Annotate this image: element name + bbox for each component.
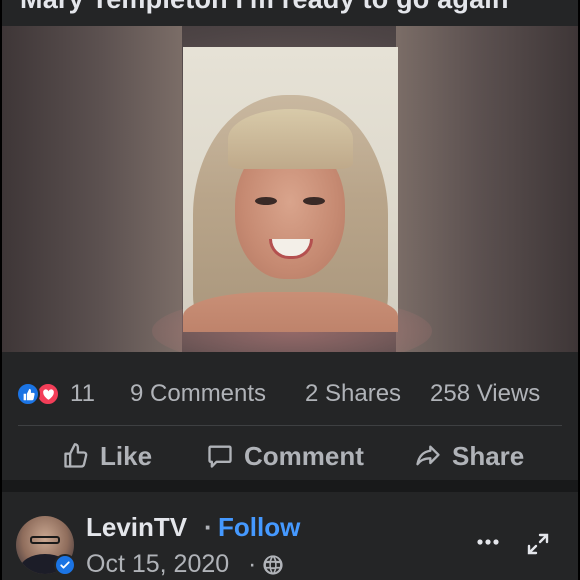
photo-eye-right: [303, 197, 325, 205]
expand-icon[interactable]: [526, 532, 550, 556]
more-options-icon[interactable]: [474, 528, 502, 556]
verified-badge-icon: [54, 554, 76, 576]
globe-icon: [263, 555, 283, 575]
author-name[interactable]: LevinTV: [86, 512, 187, 543]
photo-eye-left: [255, 197, 277, 205]
like-button[interactable]: Like: [62, 436, 152, 476]
post-photo[interactable]: [183, 47, 398, 332]
post-actions: Like Comment Share: [2, 430, 578, 480]
comment-label: Comment: [244, 440, 364, 471]
comment-button[interactable]: Comment: [206, 436, 364, 476]
date-separator: ·: [248, 550, 257, 578]
avatar-glasses: [30, 536, 60, 544]
post-caption: Mary Templeton I'm ready to go again: [20, 0, 509, 15]
views-count: 258 Views: [430, 380, 541, 407]
reactions-summary[interactable]: [16, 382, 66, 406]
like-label: Like: [100, 440, 153, 471]
media-blur-right: [396, 26, 578, 352]
share-label: Share: [452, 440, 525, 471]
photo-shoulder: [183, 292, 398, 332]
share-arrow-icon: [416, 445, 440, 466]
author-header: LevinTV · Follow Oct 15, 2020 ·: [2, 492, 578, 580]
follow-button[interactable]: Follow: [218, 512, 300, 543]
comment-icon: [208, 445, 232, 468]
divider: [18, 425, 562, 426]
name-separator: ·: [204, 512, 213, 542]
post-media[interactable]: [2, 26, 578, 352]
post-stats: 11 9 Comments 2 Shares 258 Views: [2, 370, 578, 418]
post-date[interactable]: Oct 15, 2020: [86, 550, 229, 579]
media-blur-left: [2, 26, 182, 352]
photo-bangs: [228, 109, 353, 169]
share-button[interactable]: Share: [414, 436, 524, 476]
thumbs-up-icon: [64, 443, 88, 468]
reaction-count[interactable]: 11: [70, 380, 95, 408]
post-card: Mary Templeton I'm ready to go again: [2, 0, 578, 580]
shares-count[interactable]: 2 Shares: [305, 380, 401, 408]
like-reaction-icon: [16, 382, 40, 406]
comments-count[interactable]: 9 Comments: [130, 380, 266, 408]
screen: Mary Templeton I'm ready to go again: [0, 0, 580, 580]
post-separator: [2, 480, 578, 492]
